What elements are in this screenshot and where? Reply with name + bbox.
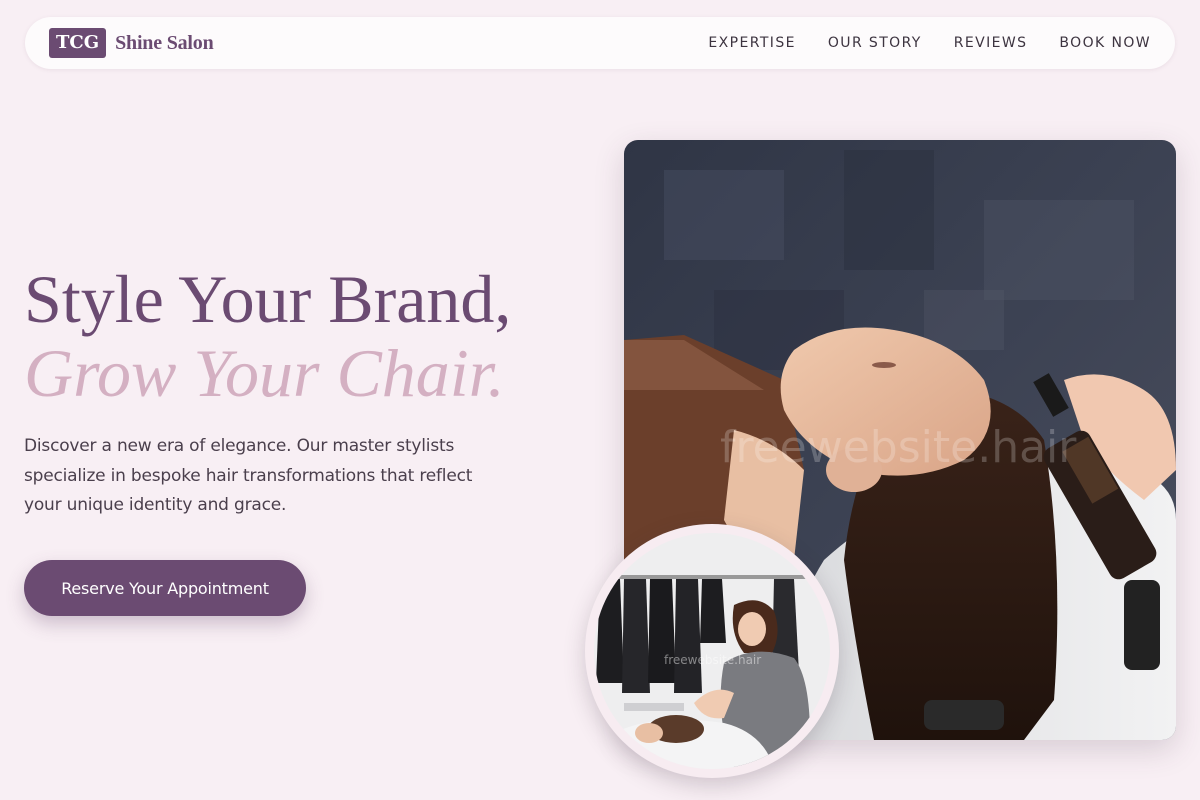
reserve-appointment-button[interactable]: Reserve Your Appointment [24,560,306,616]
nav-links: EXPERTISE OUR STORY REVIEWS BOOK NOW [708,35,1151,51]
hero-title-line1: Style Your Brand, [24,261,512,337]
hero-description: Discover a new era of elegance. Our mast… [24,436,473,515]
stylist-circle-image: freewebsite.hair [585,524,839,778]
nav-link-our-story[interactable]: OUR STORY [828,35,922,51]
nav-link-book-now[interactable]: BOOK NOW [1059,35,1151,51]
hero-title-line2: Grow Your Chair. [24,335,505,411]
nav-link-expertise[interactable]: EXPERTISE [708,35,795,51]
brand-logo-link[interactable]: TCG Shine Salon [49,28,214,58]
stylist-at-wash-station-illustration [594,533,830,769]
stylist-circle-inner: freewebsite.hair [594,533,830,769]
top-navbar: TCG Shine Salon EXPERTISE OUR STORY REVI… [25,17,1175,69]
brand-name: Shine Salon [115,31,214,54]
nav-link-reviews[interactable]: REVIEWS [954,35,1028,51]
hero-title: Style Your Brand, Grow Your Chair. [24,262,604,410]
circle-image-watermark: freewebsite.hair [664,653,762,667]
brand-logo-mark: TCG [49,28,107,58]
